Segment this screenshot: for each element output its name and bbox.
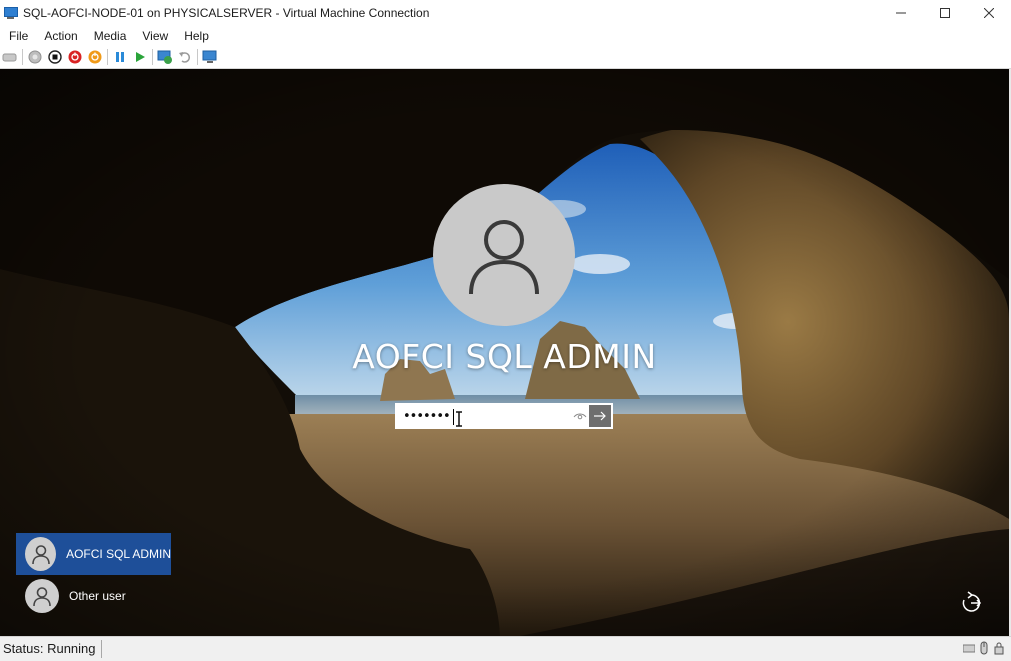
arrow-right-icon <box>594 411 606 421</box>
minimize-icon <box>896 12 906 14</box>
user-tile-label: Other user <box>69 589 126 603</box>
start-icon[interactable] <box>27 49 43 65</box>
menu-view[interactable]: View <box>133 29 175 43</box>
close-button[interactable] <box>967 0 1011 26</box>
password-input[interactable]: ••••••• <box>395 403 587 429</box>
submit-button[interactable] <box>587 403 613 429</box>
user-icon <box>31 545 50 565</box>
reveal-password-icon[interactable] <box>573 411 587 423</box>
save-icon[interactable] <box>87 49 103 65</box>
mouse-cursor-ibeam <box>456 411 462 427</box>
user-avatar-large <box>433 184 575 326</box>
user-icon <box>33 587 51 607</box>
status-bar: Status: Running <box>0 636 1011 661</box>
user-avatar-small <box>25 579 59 613</box>
enhanced-session-icon[interactable] <box>202 49 218 65</box>
menu-file[interactable]: File <box>0 29 35 43</box>
shut-down-icon[interactable] <box>67 49 83 65</box>
turn-off-icon[interactable] <box>47 49 63 65</box>
menu-action[interactable]: Action <box>35 29 84 43</box>
menu-help[interactable]: Help <box>175 29 216 43</box>
ease-of-access-icon[interactable] <box>958 591 984 615</box>
password-value: ••••••• <box>403 409 451 424</box>
minimize-button[interactable] <box>879 0 923 26</box>
mouse-icon <box>980 641 988 655</box>
title-bar: SQL-AOFCI-NODE-01 on PHYSICALSERVER - Vi… <box>0 0 1011 27</box>
vm-status: Status: Running <box>3 640 102 658</box>
user-avatar-small <box>25 537 57 571</box>
keyboard-icon <box>963 644 975 653</box>
pause-icon[interactable] <box>112 49 128 65</box>
maximize-button[interactable] <box>923 0 967 26</box>
vm-screen[interactable]: AOFCI SQL ADMIN ••••••• AOFCI SQL ADMIN … <box>0 69 1009 636</box>
revert-icon[interactable] <box>177 49 193 65</box>
password-box: ••••••• <box>395 403 613 429</box>
user-tile-label: AOFCI SQL ADMIN <box>66 547 171 561</box>
vm-connection-app-icon <box>4 7 18 19</box>
maximize-icon <box>940 8 950 18</box>
user-tile-aofci-sql-admin[interactable]: AOFCI SQL ADMIN <box>16 533 171 575</box>
close-icon <box>984 8 994 18</box>
window-title: SQL-AOFCI-NODE-01 on PHYSICALSERVER - Vi… <box>23 6 430 20</box>
login-user-name: AOFCI SQL ADMIN <box>352 337 657 376</box>
user-switch-list: AOFCI SQL ADMIN Other user <box>16 533 176 617</box>
user-tile-other-user[interactable]: Other user <box>16 575 176 617</box>
ctrl-alt-del-icon[interactable] <box>2 49 18 65</box>
lock-icon <box>994 642 1004 655</box>
user-icon <box>469 220 539 295</box>
toolbar <box>0 46 1011 69</box>
resume-icon[interactable] <box>132 49 148 65</box>
checkpoint-icon[interactable] <box>157 49 173 65</box>
menu-media[interactable]: Media <box>85 29 134 43</box>
menu-bar: File Action Media View Help <box>0 26 1011 46</box>
